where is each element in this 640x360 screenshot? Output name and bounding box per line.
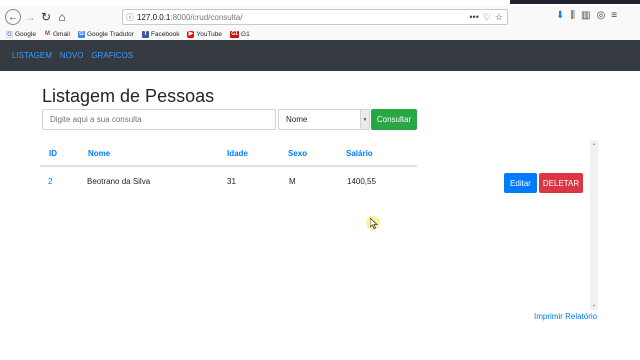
sync-icon[interactable]: ◎ (596, 10, 605, 21)
bookmarks-bar: G Google M Gmail G Google Tradutor f Faceboo… (0, 28, 640, 40)
table-header: ID Nome Idade Sexo Salário (40, 140, 417, 167)
facebook-icon: f (141, 30, 149, 38)
g1-icon: G1 (230, 30, 240, 38)
info-icon[interactable]: ⓘ (123, 12, 137, 23)
pocket-icon[interactable]: ♡ (483, 12, 491, 23)
translate-icon: G (77, 30, 85, 38)
window-titlebar (510, 0, 640, 4)
row-salario: 1400,55 (347, 177, 376, 186)
header-idade[interactable]: Idade (227, 149, 248, 158)
header-nome[interactable]: Nome (88, 149, 110, 158)
download-icon[interactable]: ⬇ (556, 10, 564, 21)
edit-button[interactable]: Editar (504, 173, 537, 193)
reload-icon[interactable]: ↻ (38, 9, 54, 25)
mouse-cursor-icon (366, 216, 380, 230)
header-sexo[interactable]: Sexo (288, 149, 307, 158)
page-actions-icon[interactable]: ••• (469, 12, 478, 23)
row-nome: Beotrano da Silva (87, 177, 151, 186)
scroll-down-icon[interactable]: ▼ (590, 302, 598, 310)
row-idade: 31 (227, 177, 236, 186)
app-navbar: LISTAGEM NOVO GRAFICOS (0, 40, 640, 71)
bookmark-label: Facebook (150, 30, 180, 38)
bookmark-label: G1 (241, 30, 250, 38)
bookmark-g1[interactable]: G1 G1 (230, 30, 250, 38)
home-icon[interactable]: ⌂ (54, 9, 70, 25)
url-host: 127.0.0.1 (137, 12, 171, 22)
youtube-icon: ▶ (187, 30, 195, 38)
library-icon[interactable]: ⫼ (570, 10, 575, 21)
header-salario[interactable]: Salário (346, 149, 373, 158)
bookmark-google-tradutor[interactable]: G Google Tradutor (77, 30, 134, 38)
gmail-icon: M (43, 30, 51, 38)
print-report-link[interactable]: Imprimir Relatório (534, 312, 597, 321)
page-title: Listagem de Pessoas (42, 86, 215, 106)
browser-toolbar: ← → ↻ ⌂ ⓘ 127.0.0.1:8000/crud/consulta/ … (0, 6, 640, 28)
row-id[interactable]: 2 (48, 177, 52, 186)
bookmark-gmail[interactable]: M Gmail (43, 30, 70, 38)
consultar-button[interactable]: Consultar (371, 109, 417, 130)
google-icon: G (6, 30, 13, 38)
bookmark-label: Google Tradutor (86, 30, 134, 38)
bookmark-facebook[interactable]: f Facebook (141, 30, 180, 38)
people-table: ID Nome Idade Sexo Salário (40, 140, 592, 310)
bookmark-google[interactable]: G Google (6, 30, 36, 38)
search-input[interactable] (42, 109, 276, 130)
url-actions: ••• ♡ ☆ (469, 12, 503, 23)
nav-graficos[interactable]: GRAFICOS (91, 51, 133, 60)
bookmark-star-icon[interactable]: ☆ (495, 12, 503, 23)
nav-listagem[interactable]: LISTAGEM (12, 51, 52, 60)
bookmark-label: YouTube (196, 30, 223, 38)
forward-icon[interactable]: → (22, 9, 38, 25)
address-bar[interactable]: ⓘ 127.0.0.1:8000/crud/consulta/ ••• ♡ ☆ (122, 9, 508, 25)
scroll-up-icon[interactable]: ▲ (590, 140, 598, 148)
header-id[interactable]: ID (49, 149, 57, 158)
toolbar-right-icons: ⬇ ⫼ ▥ ◎ ≡ (556, 10, 617, 21)
row-sexo: M (289, 177, 296, 186)
table-scrollbar[interactable]: ▲ ▼ (590, 140, 598, 310)
bookmark-label: Google (15, 30, 36, 38)
delete-button[interactable]: DELETAR (539, 173, 583, 193)
select-value: Nome (286, 115, 308, 124)
chevron-down-icon: ▼ (360, 110, 369, 129)
bookmark-label: Gmail (52, 30, 70, 38)
search-field-select[interactable]: Nome ▼ (278, 109, 370, 130)
sidebar-icon[interactable]: ▥ (581, 10, 590, 21)
menu-icon[interactable]: ≡ (611, 10, 617, 21)
url-path: :8000/crud/consulta/ (170, 12, 243, 22)
back-icon[interactable]: ← (5, 9, 21, 25)
bookmark-youtube[interactable]: ▶ YouTube (187, 30, 223, 38)
nav-novo[interactable]: NOVO (60, 51, 84, 60)
